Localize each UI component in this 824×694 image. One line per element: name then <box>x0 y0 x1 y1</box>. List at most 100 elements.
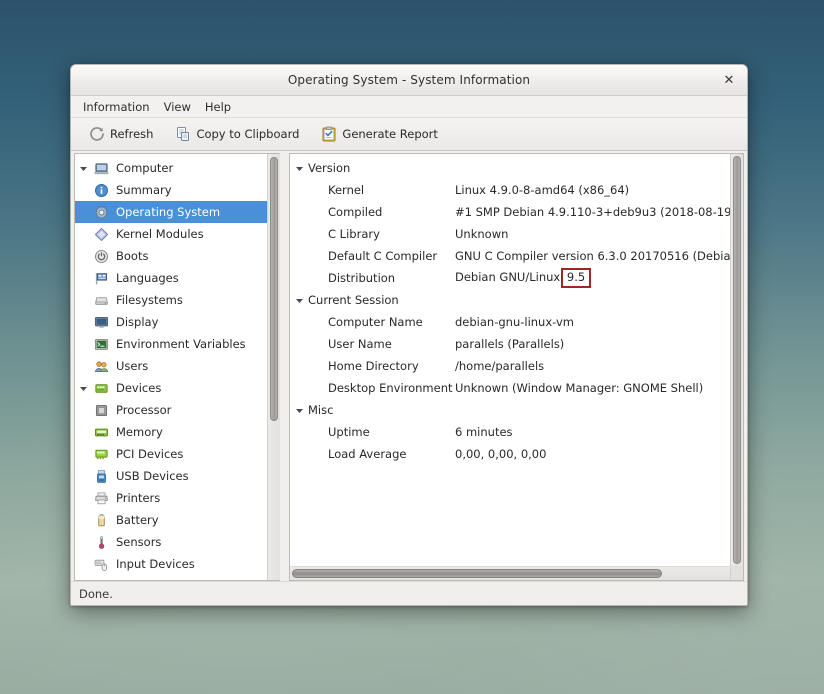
refresh-icon <box>89 126 105 142</box>
menu-help[interactable]: Help <box>198 98 238 116</box>
detail-key: Desktop Environment <box>328 381 455 395</box>
detail-key: Computer Name <box>328 315 455 329</box>
sidebar-item-memory[interactable]: Memory <box>75 421 267 443</box>
sidebar-scrollbar-thumb[interactable] <box>270 157 278 421</box>
sidebar-item-languages-label: Languages <box>111 271 179 285</box>
status-bar: Done. <box>71 581 747 605</box>
memory-icon <box>91 425 111 440</box>
users-icon <box>91 359 111 374</box>
sidebar-item-battery-label: Battery <box>111 513 159 527</box>
sidebar-item-printers-label: Printers <box>111 491 160 505</box>
detail-value: parallels (Parallels) <box>455 337 730 351</box>
refresh-button[interactable]: Refresh <box>80 122 162 146</box>
terminal-icon <box>91 337 111 352</box>
sidebar-item-usb-devices[interactable]: USB Devices <box>75 465 267 487</box>
section-current-session[interactable]: Current Session <box>290 289 730 311</box>
sidebar-item-operating-system-label: Operating System <box>111 205 220 219</box>
detail-row: Kernel Linux 4.9.0-8-amd64 (x86_64) <box>290 179 730 201</box>
section-current-session-title: Current Session <box>308 293 399 307</box>
detail-value: debian-gnu-linux-vm <box>455 315 730 329</box>
detail-row: Load Average 0,00, 0,00, 0,00 <box>290 443 730 465</box>
detail-row: Home Directory /home/parallels <box>290 355 730 377</box>
sidebar-item-display[interactable]: Display <box>75 311 267 333</box>
details-hscrollbar-thumb[interactable] <box>292 569 662 578</box>
detail-key: C Library <box>328 227 455 241</box>
detail-value: Unknown (Window Manager: GNOME Shell) <box>455 381 730 395</box>
details-list: Version Kernel Linux 4.9.0-8-amd64 (x86_… <box>290 154 730 566</box>
details-pane: Version Kernel Linux 4.9.0-8-amd64 (x86_… <box>289 153 744 581</box>
computer-icon <box>91 161 111 176</box>
sidebar-item-environment-variables[interactable]: Environment Variables <box>75 333 267 355</box>
sidebar-item-display-label: Display <box>111 315 158 329</box>
detail-key: Default C Compiler <box>328 249 455 263</box>
sidebar-item-filesystems[interactable]: Filesystems <box>75 289 267 311</box>
info-icon <box>91 183 111 198</box>
battery-icon <box>91 513 111 528</box>
close-icon[interactable]: ✕ <box>719 70 739 90</box>
gear-icon <box>91 205 111 220</box>
section-misc[interactable]: Misc <box>290 399 730 421</box>
chevron-down-icon[interactable] <box>75 164 91 173</box>
details-vscrollbar-thumb[interactable] <box>733 156 741 564</box>
chevron-down-icon[interactable] <box>290 164 308 173</box>
details-pane-row: Version Kernel Linux 4.9.0-8-amd64 (x86_… <box>290 154 743 566</box>
sidebar-item-processor[interactable]: Processor <box>75 399 267 421</box>
sidebar-item-summary-label: Summary <box>111 183 172 197</box>
sidebar-item-operating-system[interactable]: Operating System <box>75 201 267 223</box>
sidebar-item-sensors[interactable]: Sensors <box>75 531 267 553</box>
window-titlebar: Operating System - System Information ✕ <box>71 65 747 96</box>
distribution-text: Debian GNU/Linux <box>455 270 564 284</box>
detail-value: GNU C Compiler version 6.3.0 20170516 (D… <box>455 249 730 263</box>
sidebar-item-summary[interactable]: Summary <box>75 179 267 201</box>
sidebar-item-input-devices[interactable]: Input Devices <box>75 553 267 575</box>
menu-view[interactable]: View <box>157 98 198 116</box>
menu-information[interactable]: Information <box>76 98 157 116</box>
sidebar-item-pci-devices[interactable]: PCI Devices <box>75 443 267 465</box>
sidebar-item-printers[interactable]: Printers <box>75 487 267 509</box>
detail-value: Unknown <box>455 227 730 241</box>
detail-row: Uptime 6 minutes <box>290 421 730 443</box>
menu-bar: Information View Help <box>71 96 747 118</box>
detail-value: 6 minutes <box>455 425 730 439</box>
module-icon <box>91 227 111 242</box>
copy-icon <box>175 126 191 142</box>
detail-row: Desktop Environment Unknown (Window Mana… <box>290 377 730 399</box>
details-vertical-scrollbar[interactable] <box>730 154 743 566</box>
chevron-down-icon[interactable] <box>290 296 308 305</box>
sidebar-item-languages[interactable]: Languages <box>75 267 267 289</box>
flag-icon <box>91 271 111 286</box>
tree-group-computer-label: Computer <box>111 161 173 175</box>
sidebar-vertical-scrollbar[interactable] <box>267 154 280 580</box>
details-horizontal-scrollbar[interactable] <box>290 567 730 580</box>
section-version[interactable]: Version <box>290 157 730 179</box>
sidebar-item-users[interactable]: Users <box>75 355 267 377</box>
sidebar-item-battery[interactable]: Battery <box>75 509 267 531</box>
window-body: Computer Summary <box>71 151 747 581</box>
sidebar-item-boots[interactable]: Boots <box>75 245 267 267</box>
detail-row: Computer Name debian-gnu-linux-vm <box>290 311 730 333</box>
sidebar: Computer Summary <box>74 153 280 581</box>
detail-row: C Library Unknown <box>290 223 730 245</box>
detail-row: User Name parallels (Parallels) <box>290 333 730 355</box>
navigation-tree: Computer Summary <box>75 154 267 580</box>
system-information-window: Operating System - System Information ✕ … <box>70 64 748 606</box>
chevron-down-icon[interactable] <box>75 384 91 393</box>
detail-value: /home/parallels <box>455 359 730 373</box>
generate-report-button[interactable]: Generate Report <box>312 122 447 146</box>
usb-icon <box>91 469 111 484</box>
sidebar-item-kernel-modules[interactable]: Kernel Modules <box>75 223 267 245</box>
printer-icon <box>91 491 111 506</box>
detail-key: Kernel <box>328 183 455 197</box>
sidebar-item-processor-label: Processor <box>111 403 171 417</box>
monitor-icon <box>91 315 111 330</box>
section-misc-title: Misc <box>308 403 333 417</box>
tree-group-computer[interactable]: Computer <box>75 157 267 179</box>
tree-group-devices[interactable]: Devices <box>75 377 267 399</box>
input-devices-icon <box>91 557 111 572</box>
detail-value: Linux 4.9.0-8-amd64 (x86_64) <box>455 183 730 197</box>
generate-report-label: Generate Report <box>342 127 438 141</box>
copy-to-clipboard-button[interactable]: Copy to Clipboard <box>166 122 308 146</box>
detail-value: Debian GNU/Linux 9.5 <box>455 268 730 288</box>
chevron-down-icon[interactable] <box>290 406 308 415</box>
highlight-box-version: 9.5 <box>561 268 591 288</box>
